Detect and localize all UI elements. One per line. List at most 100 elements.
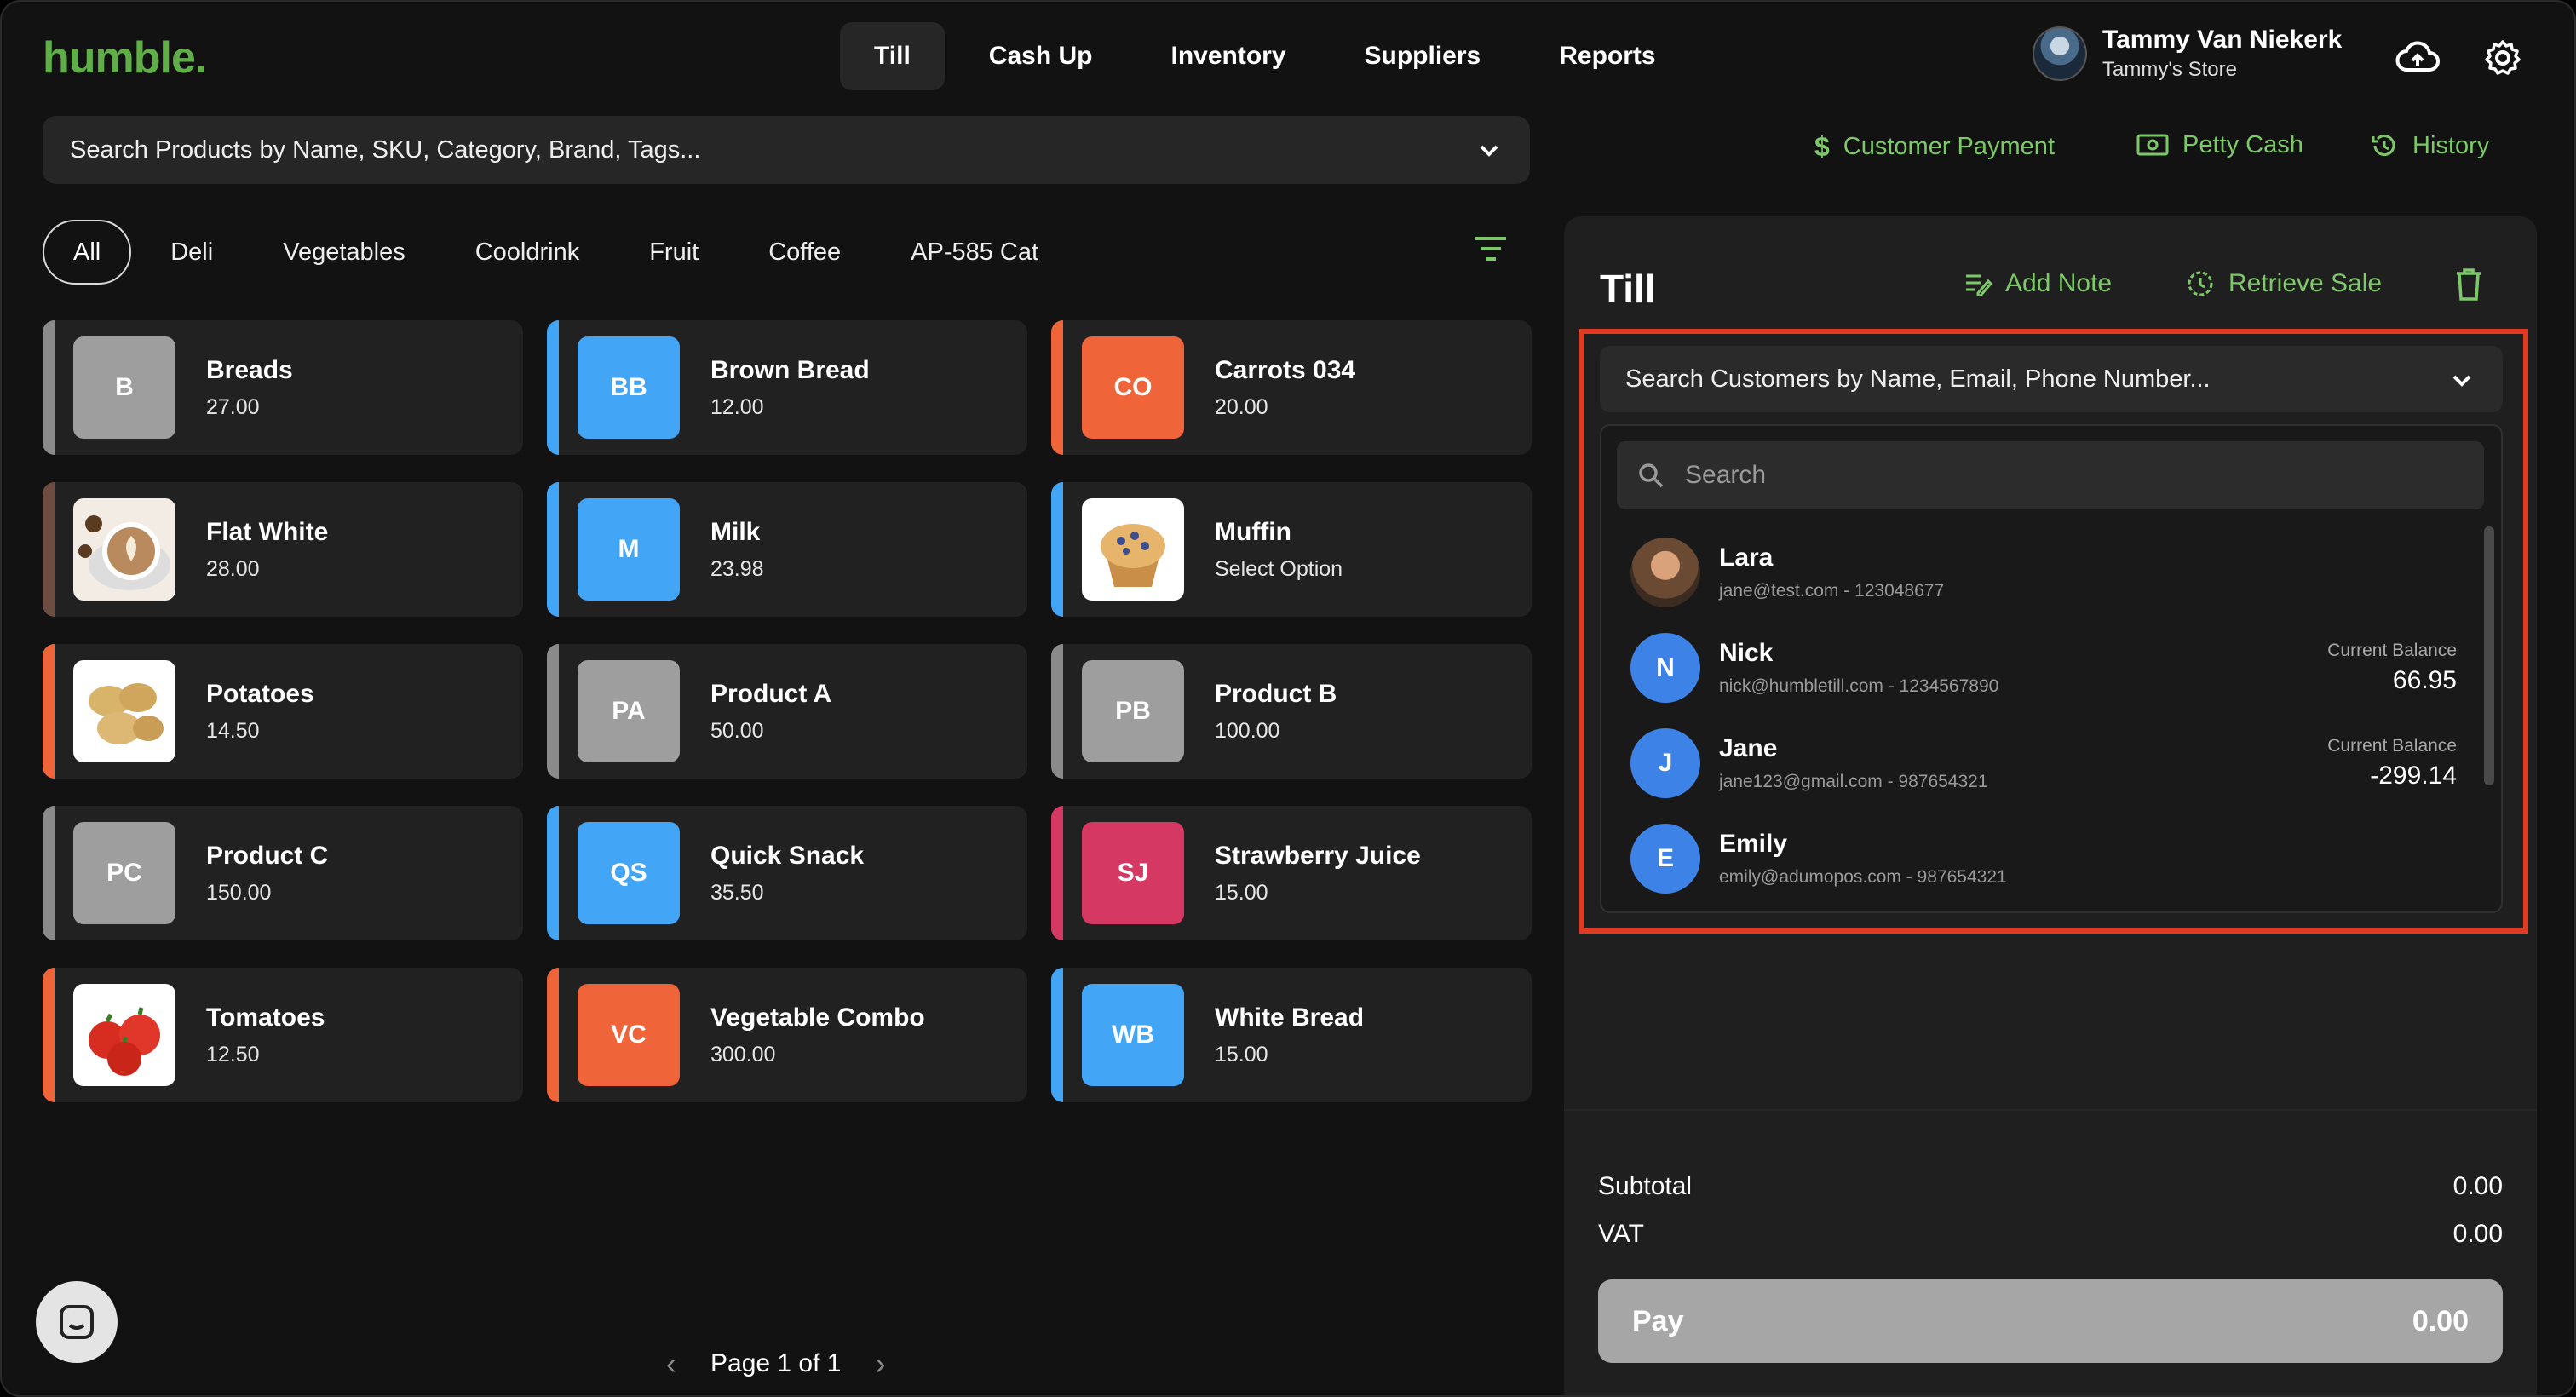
page-indicator: Page 1 of 1	[710, 1349, 842, 1377]
customer-contact: nick@humbletill.com - 1234567890	[1719, 676, 1999, 696]
pay-button[interactable]: Pay 0.00	[1598, 1279, 2503, 1363]
nav-cash-up[interactable]: Cash Up	[955, 22, 1127, 90]
customer-contact: emily@adumopos.com - 987654321	[1719, 867, 2007, 887]
cloud-upload-icon[interactable]	[2394, 34, 2441, 82]
category-chip-cooldrink[interactable]: Cooldrink	[445, 220, 611, 285]
product-card-vegetable-combo[interactable]: VC Vegetable Combo 300.00	[547, 968, 1027, 1102]
balance-label: Current Balance	[2327, 641, 2457, 660]
customer-payment-label: Customer Payment	[1843, 133, 2055, 160]
category-chip-fruit[interactable]: Fruit	[618, 220, 729, 285]
history-icon	[2372, 135, 2395, 157]
search-icon	[1639, 463, 1664, 488]
product-name: Tomatoes	[206, 1003, 325, 1032]
product-card-quick-snack[interactable]: QS Quick Snack 35.50	[547, 806, 1027, 940]
product-search-input[interactable]: Search Products by Name, SKU, Category, …	[43, 116, 1530, 184]
customer-contact: jane@test.com - 123048677	[1719, 581, 1945, 601]
product-price: 35.50	[710, 880, 764, 905]
customer-search-input[interactable]: Search Customers by Name, Email, Phone N…	[1600, 346, 2503, 412]
humble-logo: humble.	[43, 33, 207, 83]
product-initials: M	[578, 498, 680, 601]
category-color-stripe	[547, 320, 559, 455]
category-chip-all[interactable]: All	[43, 220, 132, 285]
customer-item-jane[interactable]: J Jane jane123@gmail.com - 987654321 Cur…	[1601, 716, 2487, 811]
product-price: 300.00	[710, 1042, 776, 1066]
customer-item-emily[interactable]: E Emily emily@adumopos.com - 987654321	[1601, 811, 2487, 906]
user-profile[interactable]: Tammy Van Niekerk Tammy's Store	[2033, 26, 2342, 82]
dropdown-scrollbar[interactable]	[2484, 526, 2494, 785]
product-initials: SJ	[1082, 822, 1184, 924]
category-color-stripe	[1051, 644, 1063, 779]
nav-reports[interactable]: Reports	[1525, 22, 1689, 90]
product-card-product-a[interactable]: PA Product A 50.00	[547, 644, 1027, 779]
chevron-down-icon[interactable]	[2447, 365, 2477, 395]
customer-dropdown-search[interactable]: Search	[1617, 441, 2484, 509]
app-window: humble. Till Cash Up Inventory Suppliers…	[0, 0, 2576, 1397]
history-button[interactable]: History	[2370, 131, 2489, 160]
petty-cash-button[interactable]: Petty Cash	[2136, 131, 2303, 159]
product-card-brown-bread[interactable]: BB Brown Bread 12.00	[547, 320, 1027, 455]
category-color-stripe	[1051, 968, 1063, 1102]
avatar	[1630, 538, 1700, 607]
product-image	[73, 984, 175, 1086]
product-image	[73, 660, 175, 762]
category-chips: All Deli Vegetables Cooldrink Fruit Coff…	[43, 220, 1069, 285]
product-name: Vegetable Combo	[710, 1003, 925, 1032]
product-card-product-c[interactable]: PC Product C 150.00	[43, 806, 523, 940]
product-initials: PB	[1082, 660, 1184, 762]
category-color-stripe	[1051, 806, 1063, 940]
nav-inventory[interactable]: Inventory	[1136, 22, 1320, 90]
subtotal-value: 0.00	[2452, 1172, 2503, 1200]
product-card-muffin[interactable]: Muffin Select Option	[1051, 482, 1532, 617]
category-color-stripe	[43, 644, 55, 779]
balance-value: 66.95	[2392, 666, 2457, 694]
category-chip-ap-585-cat[interactable]: AP-585 Cat	[880, 220, 1069, 285]
category-chip-coffee[interactable]: Coffee	[738, 220, 871, 285]
product-card-potatoes[interactable]: Potatoes 14.50	[43, 644, 523, 779]
product-card-strawberry-juice[interactable]: SJ Strawberry Juice 15.00	[1051, 806, 1532, 940]
retrieve-sale-button[interactable]: Retrieve Sale	[2186, 269, 2382, 298]
product-card-flat-white[interactable]: Flat White 28.00	[43, 482, 523, 617]
customer-payment-button[interactable]: $ Customer Payment	[1814, 131, 2055, 163]
trash-icon[interactable]	[2455, 267, 2482, 302]
customer-item-nick[interactable]: N Nick nick@humbletill.com - 1234567890 …	[1601, 620, 2487, 716]
nav-till[interactable]: Till	[840, 22, 945, 90]
category-color-stripe	[43, 482, 55, 617]
product-image	[1082, 498, 1184, 601]
till-title: Till	[1600, 267, 1656, 311]
customer-item-lara[interactable]: Lara jane@test.com - 123048677	[1601, 525, 2487, 620]
history-label: History	[2412, 131, 2490, 159]
retrieve-sale-label: Retrieve Sale	[2228, 269, 2383, 297]
sort-icon[interactable]	[1474, 235, 1508, 262]
category-chip-deli[interactable]: Deli	[140, 220, 244, 285]
chat-support-button[interactable]	[36, 1281, 118, 1363]
customer-name: Emily	[1719, 830, 1788, 858]
product-price: 20.00	[1215, 394, 1268, 419]
category-color-stripe	[43, 806, 55, 940]
chevron-down-icon[interactable]	[1474, 135, 1504, 165]
product-card-white-bread[interactable]: WB White Bread 15.00	[1051, 968, 1532, 1102]
gear-icon[interactable]	[2479, 34, 2527, 82]
nav-suppliers[interactable]: Suppliers	[1331, 22, 1515, 90]
product-card-tomatoes[interactable]: Tomatoes 12.50	[43, 968, 523, 1102]
product-price: 100.00	[1215, 718, 1280, 743]
product-price: 12.50	[206, 1042, 260, 1066]
subtotal-row: Subtotal 0.00	[1598, 1172, 2503, 1201]
chevron-right-icon[interactable]: ›	[875, 1346, 885, 1382]
category-chip-vegetables[interactable]: Vegetables	[252, 220, 436, 285]
product-price: 15.00	[1215, 1042, 1268, 1066]
product-card-product-b[interactable]: PB Product B 100.00	[1051, 644, 1532, 779]
product-name: Muffin	[1215, 517, 1291, 546]
product-card-carrots-034[interactable]: CO Carrots 034 20.00	[1051, 320, 1532, 455]
add-note-button[interactable]: Add Note	[1964, 269, 2112, 298]
product-initials: VC	[578, 984, 680, 1086]
balance-label: Current Balance	[2327, 736, 2457, 756]
product-name: Flat White	[206, 517, 329, 546]
product-card-breads[interactable]: B Breads 27.00	[43, 320, 523, 455]
product-card-milk[interactable]: M Milk 23.98	[547, 482, 1027, 617]
product-name: Potatoes	[206, 679, 314, 708]
category-color-stripe	[43, 320, 55, 455]
customer-name: Jane	[1719, 734, 1778, 762]
chat-icon	[60, 1305, 94, 1339]
chevron-left-icon[interactable]: ‹	[666, 1346, 676, 1382]
vat-row: VAT 0.00	[1598, 1220, 2503, 1249]
